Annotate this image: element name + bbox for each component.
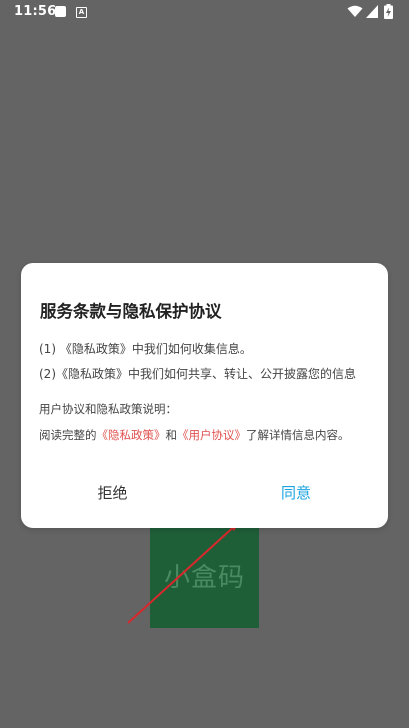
- reject-button[interactable]: 拒绝: [21, 473, 204, 513]
- read-suffix: 了解详情信息内容。: [246, 428, 350, 442]
- privacy-policy-link[interactable]: 《隐私政策》: [97, 428, 166, 442]
- notification-square-icon: [55, 6, 66, 17]
- dialog-item-share: (2)《隐私政策》中我们如何共享、转让、公开披露您的信息: [39, 367, 357, 381]
- dialog-read-line: 阅读完整的《隐私政策》和《用户协议》了解详情信息内容。: [39, 427, 350, 443]
- status-time: 11:56: [14, 4, 57, 19]
- cellular-signal-icon: [366, 5, 378, 18]
- status-bar: 11:56 A: [0, 0, 409, 24]
- user-agreement-link[interactable]: 《用户协议》: [177, 428, 246, 442]
- red-arrow-icon: [127, 521, 240, 624]
- battery-charging-icon: [384, 4, 393, 19]
- dialog-title: 服务条款与隐私保护协议: [40, 302, 222, 321]
- status-right-icons: [347, 4, 397, 20]
- dialog-item-collect: (1) 《隐私政策》中我们如何收集信息。: [39, 342, 252, 356]
- read-and: 和: [165, 428, 178, 442]
- wifi-icon: [347, 5, 363, 17]
- read-prefix: 阅读完整的: [39, 428, 97, 442]
- dialog-intro: 用户协议和隐私政策说明：: [39, 402, 177, 416]
- agree-button[interactable]: 同意: [204, 473, 388, 513]
- privacy-dialog: 服务条款与隐私保护协议 (1) 《隐私政策》中我们如何收集信息。 (2)《隐私政…: [21, 263, 388, 528]
- accessibility-a-icon: A: [76, 7, 87, 18]
